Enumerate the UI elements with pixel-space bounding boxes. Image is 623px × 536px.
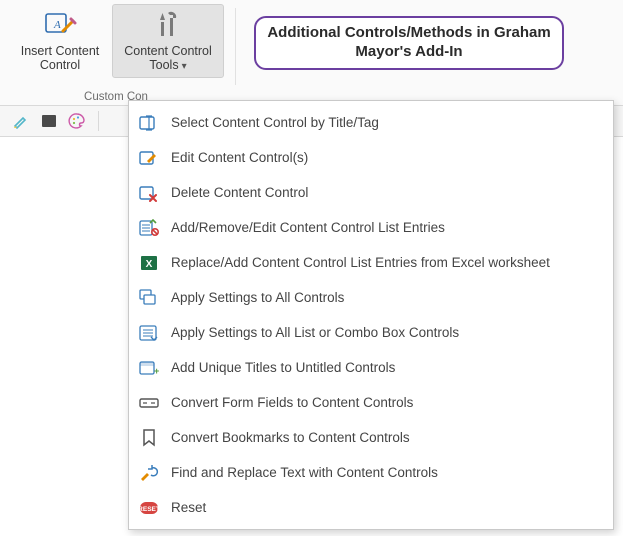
menu-label: Convert Bookmarks to Content Controls bbox=[171, 430, 410, 445]
content-control-tools-menu: Select Content Control by Title/Tag Edit… bbox=[128, 100, 614, 530]
menu-item-edit-controls[interactable]: Edit Content Control(s) bbox=[129, 140, 613, 175]
toolbar-separator bbox=[98, 111, 99, 131]
menu-item-list-entries[interactable]: Add/Remove/Edit Content Control List Ent… bbox=[129, 210, 613, 245]
delete-icon bbox=[139, 183, 159, 203]
callout-text: Additional Controls/Methods in Graham Ma… bbox=[266, 24, 552, 62]
svg-text:+: + bbox=[154, 366, 159, 376]
insert-content-control-label-1: Insert Content bbox=[21, 44, 100, 58]
svg-text:X: X bbox=[146, 259, 153, 270]
menu-item-convert-bookmarks[interactable]: Convert Bookmarks to Content Controls bbox=[129, 420, 613, 455]
highlighter-icon[interactable] bbox=[12, 112, 30, 130]
insert-content-control-label-2: Control bbox=[40, 58, 80, 72]
bookmark-icon bbox=[139, 428, 159, 448]
menu-label: Apply Settings to All List or Combo Box … bbox=[171, 325, 459, 340]
ribbon-group-separator bbox=[235, 8, 236, 85]
edit-icon bbox=[139, 148, 159, 168]
list-edit-icon bbox=[139, 218, 159, 238]
menu-item-apply-all[interactable]: Apply Settings to All Controls bbox=[129, 280, 613, 315]
tools-icon bbox=[151, 8, 185, 42]
menu-label: Select Content Control by Title/Tag bbox=[171, 115, 379, 130]
apply-list-icon bbox=[139, 323, 159, 343]
select-icon bbox=[139, 113, 159, 133]
menu-item-reset[interactable]: RESET Reset bbox=[129, 490, 613, 525]
menu-item-unique-titles[interactable]: + Add Unique Titles to Untitled Controls bbox=[129, 350, 613, 385]
callout-box: Additional Controls/Methods in Graham Ma… bbox=[254, 16, 564, 70]
menu-label: Add Unique Titles to Untitled Controls bbox=[171, 360, 395, 375]
menu-label: Find and Replace Text with Content Contr… bbox=[171, 465, 438, 480]
chevron-down-icon: ▾ bbox=[182, 61, 187, 72]
menu-item-select-by-title[interactable]: Select Content Control by Title/Tag bbox=[129, 105, 613, 140]
dark-square-icon[interactable] bbox=[40, 112, 58, 130]
svg-text:A: A bbox=[53, 19, 61, 31]
apply-all-icon bbox=[139, 288, 159, 308]
insert-content-control-icon: A bbox=[43, 8, 77, 42]
menu-label: Add/Remove/Edit Content Control List Ent… bbox=[171, 220, 445, 235]
content-control-tools-button[interactable]: Content Control Tools ▾ bbox=[112, 4, 224, 78]
menu-item-excel-list[interactable]: X Replace/Add Content Control List Entri… bbox=[129, 245, 613, 280]
svg-text:RESET: RESET bbox=[139, 506, 159, 513]
menu-label: Convert Form Fields to Content Controls bbox=[171, 395, 413, 410]
menu-item-convert-form-fields[interactable]: Convert Form Fields to Content Controls bbox=[129, 385, 613, 420]
content-control-tools-label-1: Content Control bbox=[124, 44, 212, 58]
find-replace-icon bbox=[139, 463, 159, 483]
convert-form-icon bbox=[139, 393, 159, 413]
ribbon-group-custom-controls: A Insert Content Control bbox=[0, 0, 232, 105]
reset-icon: RESET bbox=[139, 498, 159, 518]
menu-label: Replace/Add Content Control List Entries… bbox=[171, 255, 550, 270]
unique-title-icon: + bbox=[139, 358, 159, 378]
menu-label: Edit Content Control(s) bbox=[171, 150, 308, 165]
menu-label: Delete Content Control bbox=[171, 185, 308, 200]
menu-label: Apply Settings to All Controls bbox=[171, 290, 344, 305]
menu-item-find-replace[interactable]: Find and Replace Text with Content Contr… bbox=[129, 455, 613, 490]
insert-content-control-button[interactable]: A Insert Content Control bbox=[8, 4, 112, 78]
excel-icon: X bbox=[139, 253, 159, 273]
palette-icon[interactable] bbox=[68, 112, 86, 130]
menu-item-apply-list-combo[interactable]: Apply Settings to All List or Combo Box … bbox=[129, 315, 613, 350]
content-control-tools-label-2: Tools bbox=[149, 58, 178, 72]
menu-item-delete-control[interactable]: Delete Content Control bbox=[129, 175, 613, 210]
menu-label: Reset bbox=[171, 500, 206, 515]
